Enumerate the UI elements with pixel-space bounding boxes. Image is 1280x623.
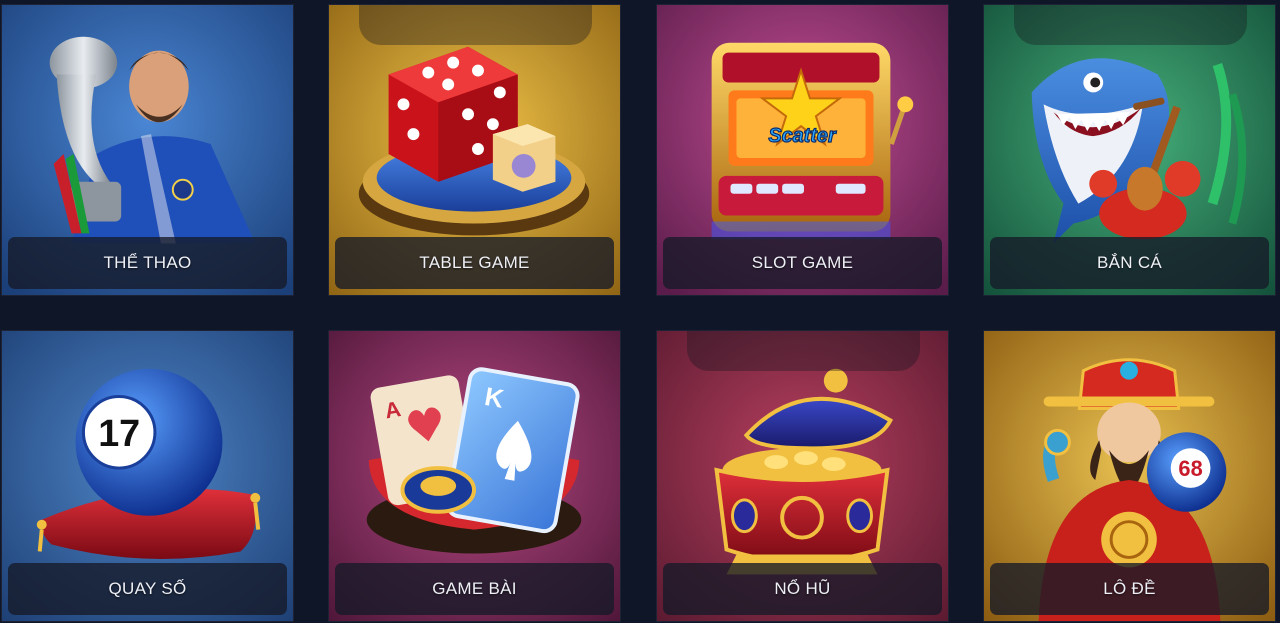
lottery-ball-number: 17	[98, 412, 140, 454]
category-label-bar: NỔ HŨ	[663, 563, 942, 615]
game-category-grid: THỂ THAO TABLE GAME Scatter SLOT GAME BẮ…	[0, 0, 1280, 623]
category-label-bar: GAME BÀI	[335, 563, 614, 615]
category-tile-jackpot[interactable]: NỔ HŨ	[656, 330, 949, 622]
category-label: SLOT GAME	[751, 253, 854, 272]
category-tile-card-games[interactable]: A K GAME BÀI	[328, 330, 621, 622]
category-label-bar: SLOT GAME	[663, 237, 942, 289]
category-label-bar: LÔ ĐỀ	[990, 563, 1269, 615]
category-label-bar: QUAY SỐ	[8, 563, 287, 615]
category-label-bar: BẮN CÁ	[990, 237, 1269, 289]
category-tile-fish-shooting[interactable]: BẮN CÁ	[983, 4, 1276, 296]
category-tile-table-game[interactable]: TABLE GAME	[328, 4, 621, 296]
category-label: QUAY SỐ	[108, 579, 187, 598]
category-label: LÔ ĐỀ	[1103, 579, 1156, 598]
fortune-ball-number: 68	[1178, 456, 1202, 481]
category-label: GAME BÀI	[432, 579, 517, 598]
category-label-bar: THỂ THAO	[8, 237, 287, 289]
category-label: BẮN CÁ	[1096, 253, 1163, 272]
tile-notch	[1014, 5, 1247, 45]
category-label: TABLE GAME	[419, 253, 530, 272]
category-label: NỔ HŨ	[774, 579, 831, 598]
category-label: THỂ THAO	[103, 253, 192, 272]
category-tile-lottery-numbers[interactable]: 68 LÔ ĐỀ	[983, 330, 1276, 622]
tile-notch	[687, 331, 920, 371]
scatter-word: Scatter	[768, 125, 837, 147]
category-tile-sports[interactable]: THỂ THAO	[1, 4, 294, 296]
category-tile-lottery-draw[interactable]: 17 QUAY SỐ	[1, 330, 294, 622]
category-label-bar: TABLE GAME	[335, 237, 614, 289]
category-tile-slot-game[interactable]: Scatter SLOT GAME	[656, 4, 949, 296]
tile-notch	[359, 5, 592, 45]
